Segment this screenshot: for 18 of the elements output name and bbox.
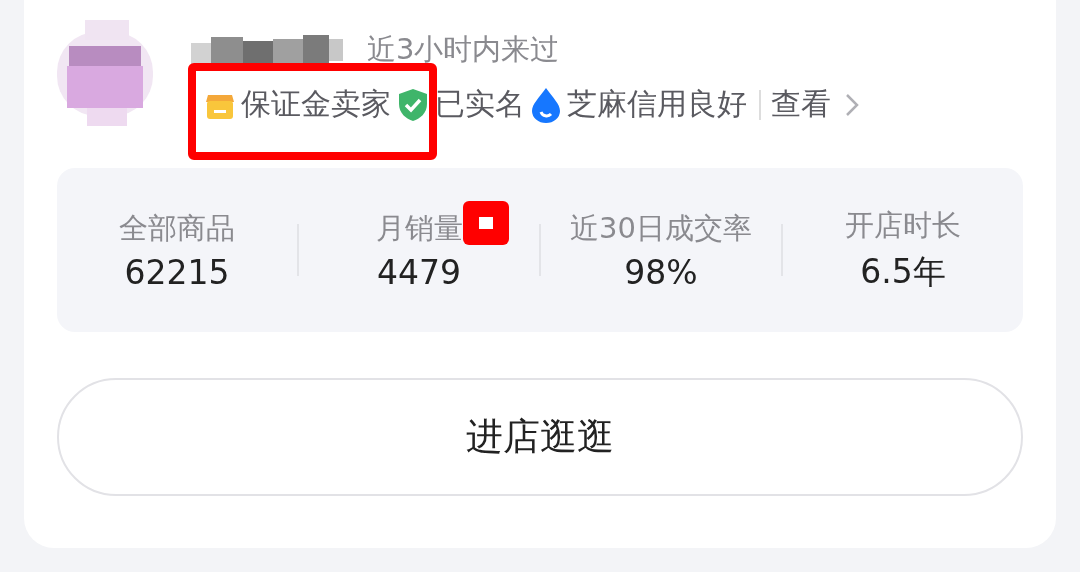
stat-label: 近30日成交率 <box>570 210 752 245</box>
stat-label: 月销量 <box>375 210 463 245</box>
badge-label: 芝麻信用良好 <box>567 85 747 123</box>
stat-value: 4479 <box>377 252 461 292</box>
badge-label: 已实名 <box>435 85 525 123</box>
enter-shop-button[interactable]: 进店逛逛 <box>57 378 1023 496</box>
stat-label: 全部商品 <box>119 210 235 245</box>
view-link[interactable]: 查看 <box>771 84 859 125</box>
stat-label: 开店时长 <box>845 207 961 242</box>
last-seen-text: 近3小时内来过 <box>367 31 560 68</box>
chevron-right-icon <box>845 92 859 117</box>
shield-check-icon <box>397 87 429 122</box>
stat-value: 98% <box>624 252 698 292</box>
stat-value: 62215 <box>124 252 230 292</box>
badge-label: 保证金卖家 <box>241 85 391 123</box>
highlight-marker <box>462 200 509 245</box>
stat-value: 6.5年 <box>860 250 946 293</box>
water-drop-icon <box>531 86 561 123</box>
